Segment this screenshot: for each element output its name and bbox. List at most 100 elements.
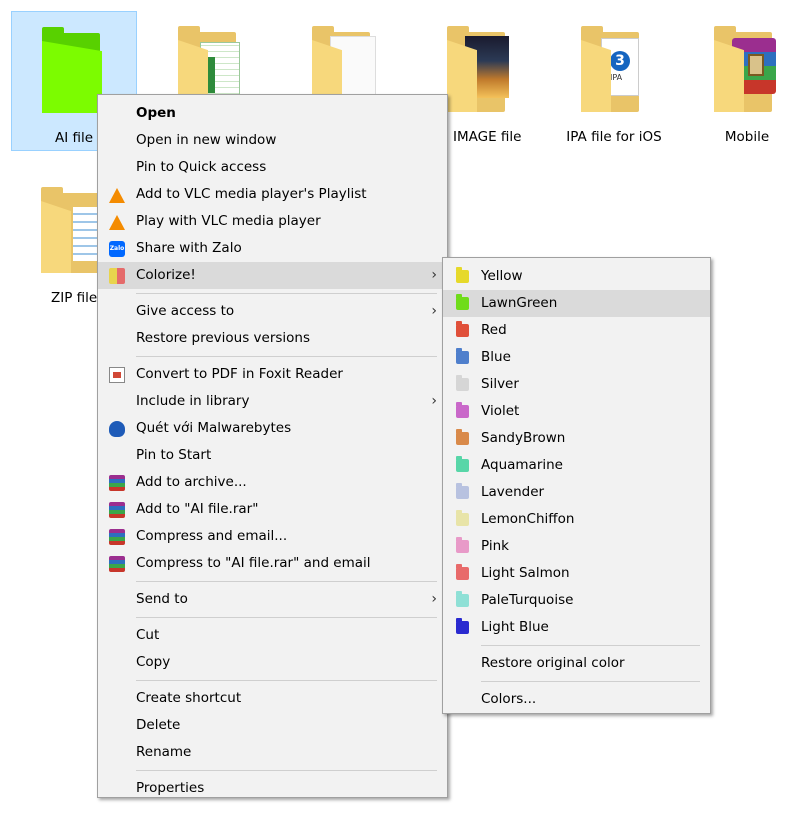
menu-convert-pdf[interactable]: Convert to PDF in Foxit Reader	[98, 361, 447, 388]
file-ipa[interactable]: 3 IPA IPA file for iOS	[551, 11, 677, 151]
folder-color-icon	[456, 483, 469, 499]
menu-open[interactable]: Open	[98, 100, 447, 127]
color-item-lavender[interactable]: Lavender	[443, 479, 710, 506]
folder-color-icon	[456, 267, 469, 283]
winrar-icon	[109, 502, 125, 518]
color-item-yellow[interactable]: Yellow	[443, 263, 710, 290]
color-item-aquamarine[interactable]: Aquamarine	[443, 452, 710, 479]
color-label: Yellow	[481, 268, 523, 284]
color-label: Silver	[481, 376, 519, 392]
winrar-icon	[109, 556, 125, 572]
color-label: LawnGreen	[481, 295, 558, 311]
menu-pin-start[interactable]: Pin to Start	[98, 442, 447, 469]
color-label: Pink	[481, 538, 509, 554]
folder-icon	[447, 26, 513, 112]
folder-color-icon	[456, 618, 469, 634]
folder-icon	[714, 26, 780, 112]
file-mobile[interactable]: Mobile	[684, 11, 800, 151]
menu-add-archive[interactable]: Add to archive...	[98, 469, 447, 496]
folder-color-icon	[456, 537, 469, 553]
chevron-right-icon: ›	[431, 267, 437, 283]
color-label: Aquamarine	[481, 457, 563, 473]
colorize-icon	[109, 268, 125, 284]
color-label: PaleTurquoise	[481, 592, 574, 608]
folder-color-icon	[456, 429, 469, 445]
menu-vlc-play[interactable]: Play with VLC media player	[98, 208, 447, 235]
menu-copy[interactable]: Copy	[98, 649, 447, 676]
color-item-violet[interactable]: Violet	[443, 398, 710, 425]
menu-share-zalo[interactable]: Zalo Share with Zalo	[98, 235, 447, 262]
folder-color-icon	[456, 591, 469, 607]
color-label: SandyBrown	[481, 430, 566, 446]
menu-separator	[136, 356, 437, 357]
menu-cut[interactable]: Cut	[98, 622, 447, 649]
color-label: Blue	[481, 349, 511, 365]
color-label: Red	[481, 322, 507, 338]
folder-color-icon	[456, 375, 469, 391]
color-label: Lavender	[481, 484, 545, 500]
menu-separator	[136, 617, 437, 618]
winrar-icon	[109, 475, 125, 491]
color-item-sandybrown[interactable]: SandyBrown	[443, 425, 710, 452]
color-item-red[interactable]: Red	[443, 317, 710, 344]
vlc-icon	[109, 214, 125, 230]
menu-add-rar[interactable]: Add to "AI file.rar"	[98, 496, 447, 523]
menu-include-library[interactable]: Include in library ›	[98, 388, 447, 415]
menu-restore-color[interactable]: Restore original color	[443, 650, 710, 677]
colorize-submenu: Yellow LawnGreen Red Blue Silver Violet SandyB…	[442, 257, 711, 714]
chevron-right-icon: ›	[431, 303, 437, 319]
menu-separator	[481, 681, 700, 682]
folder-color-icon	[456, 510, 469, 526]
pdf-icon	[109, 367, 125, 383]
menu-separator	[136, 581, 437, 582]
menu-compress-email[interactable]: Compress and email...	[98, 523, 447, 550]
menu-give-access[interactable]: Give access to ›	[98, 298, 447, 325]
menu-separator	[481, 645, 700, 646]
menu-restore-versions[interactable]: Restore previous versions	[98, 325, 447, 352]
folder-color-icon	[456, 348, 469, 364]
folder-color-icon	[456, 402, 469, 418]
menu-vlc-playlist[interactable]: Add to VLC media player's Playlist	[98, 181, 447, 208]
menu-malwarebytes[interactable]: Quét với Malwarebytes	[98, 415, 447, 442]
color-item-blue[interactable]: Blue	[443, 344, 710, 371]
menu-separator	[136, 770, 437, 771]
menu-separator	[136, 680, 437, 681]
color-label: Light Salmon	[481, 565, 570, 581]
color-item-lawngreen[interactable]: LawnGreen	[443, 290, 710, 317]
menu-colors[interactable]: Colors...	[443, 686, 710, 713]
menu-send-to[interactable]: Send to ›	[98, 586, 447, 613]
color-item-silver[interactable]: Silver	[443, 371, 710, 398]
context-menu: Open Open in new window Pin to Quick acc…	[97, 94, 448, 798]
vlc-icon	[109, 187, 125, 203]
color-label: Light Blue	[481, 619, 549, 635]
menu-create-shortcut[interactable]: Create shortcut	[98, 685, 447, 712]
menu-colorize[interactable]: Colorize! ›	[98, 262, 447, 289]
menu-compress-rar-email[interactable]: Compress to "AI file.rar" and email	[98, 550, 447, 577]
chevron-right-icon: ›	[431, 393, 437, 409]
file-label: IMAGE file	[453, 129, 522, 145]
menu-rename[interactable]: Rename	[98, 739, 447, 766]
color-item-lemonchiffon[interactable]: LemonChiffon	[443, 506, 710, 533]
color-item-pink[interactable]: Pink	[443, 533, 710, 560]
folder-color-icon	[456, 456, 469, 472]
ipa-badge-icon: 3	[610, 51, 630, 71]
winrar-icon	[109, 529, 125, 545]
menu-pin-quick-access[interactable]: Pin to Quick access	[98, 154, 447, 181]
color-item-light-salmon[interactable]: Light Salmon	[443, 560, 710, 587]
folder-color-icon	[456, 321, 469, 337]
color-item-light-blue[interactable]: Light Blue	[443, 614, 710, 641]
chevron-right-icon: ›	[431, 591, 437, 607]
zalo-icon: Zalo	[109, 241, 125, 257]
menu-delete[interactable]: Delete	[98, 712, 447, 739]
menu-properties[interactable]: Properties	[98, 775, 447, 802]
folder-color-icon	[456, 564, 469, 580]
folder-color-icon	[456, 294, 469, 310]
malwarebytes-icon	[109, 421, 125, 437]
file-label: Mobile	[724, 129, 770, 145]
folder-icon: 3 IPA	[581, 26, 647, 112]
color-item-paleturquoise[interactable]: PaleTurquoise	[443, 587, 710, 614]
file-label: IPA file for iOS	[566, 129, 662, 145]
menu-separator	[136, 293, 437, 294]
color-label: Violet	[481, 403, 520, 419]
menu-open-new-window[interactable]: Open in new window	[98, 127, 447, 154]
